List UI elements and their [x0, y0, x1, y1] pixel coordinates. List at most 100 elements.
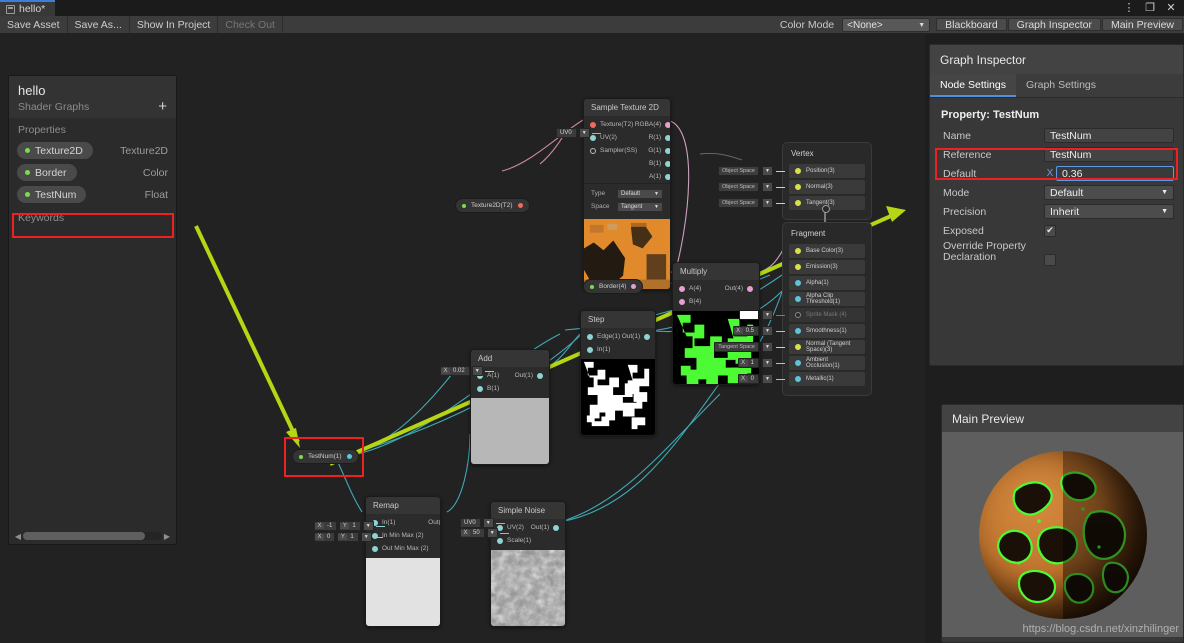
setting-row-type[interactable]: Type Default ▼ — [584, 187, 670, 200]
vertex-row-normal[interactable]: Object Space ▼ Normal(3) — [717, 180, 865, 194]
color-swatch[interactable] — [739, 310, 759, 320]
property-node-border[interactable]: Border(4) — [583, 279, 644, 294]
scroll-left-icon[interactable]: ◀ — [13, 532, 23, 541]
port-row[interactable]: RGBA(4) — [635, 118, 670, 131]
smoothness-value-field[interactable]: X 0.5 ▼ — [732, 326, 785, 336]
port-row[interactable]: In(1) — [581, 343, 626, 356]
blackboard-scrollbar[interactable]: ◀ ▶ — [9, 528, 176, 544]
blackboard-toggle[interactable]: Blackboard — [936, 18, 1007, 31]
blackboard-property-border[interactable]: Border Color — [17, 164, 168, 181]
tab-graph-settings[interactable]: Graph Settings — [1016, 74, 1106, 97]
position-space-chip[interactable]: Object Space ▼ — [717, 166, 785, 176]
scrollbar-track[interactable] — [23, 532, 162, 540]
normal-space-chip[interactable]: Object Space ▼ — [717, 182, 785, 192]
add-property-button[interactable]: + — [158, 99, 167, 114]
chevron-down-icon[interactable]: ▼ — [486, 528, 498, 538]
chevron-down-icon[interactable]: ▼ — [360, 532, 372, 542]
chevron-down-icon[interactable]: ▼ — [762, 310, 773, 320]
main-preview-stage[interactable]: https://blog.csdn.net/xinzhilinger — [942, 432, 1183, 637]
noise-uv-chip[interactable]: UV0 ▼ — [460, 518, 505, 528]
noise-scale-field[interactable]: X 50 ▼ — [460, 528, 509, 538]
port-row[interactable]: G(1) — [643, 144, 670, 157]
close-icon[interactable]: ✕ — [1165, 2, 1177, 14]
tab-node-settings[interactable]: Node Settings — [930, 74, 1016, 97]
chevron-down-icon[interactable]: ▼ — [762, 342, 773, 352]
override-property-declaration-checkbox[interactable] — [1044, 254, 1056, 266]
value-field[interactable]: X 50 — [460, 528, 485, 538]
chevron-down-icon[interactable]: ▼ — [762, 358, 773, 368]
chevron-down-icon[interactable]: ▼ — [762, 198, 773, 208]
chevron-down-icon[interactable]: ▼ — [762, 374, 773, 384]
value-field-x[interactable]: X0 — [314, 532, 336, 542]
show-in-project-button[interactable]: Show In Project — [130, 16, 219, 33]
fragment-row-metallic[interactable]: X 0 ▼ Metallic(1) — [737, 372, 865, 386]
port-row[interactable]: Out Min Max (2) — [366, 542, 435, 555]
reference-field[interactable]: TestNum — [1044, 147, 1174, 162]
port-row[interactable]: B(1) — [471, 382, 519, 395]
fragment-row-sprite-mask[interactable]: ▼ Sprite Mask (4) — [739, 308, 865, 322]
add-a-value-field[interactable]: X 0.02 ▼ — [440, 366, 494, 376]
port-row[interactable]: B(1) — [643, 157, 670, 170]
name-field[interactable]: TestNum — [1044, 128, 1174, 143]
tangent-space-chip[interactable]: Object Space ▼ — [717, 198, 785, 208]
fragment-row-normal-tangent-space[interactable]: Tangent Space ▼ Normal (Tangent Space)(3) — [714, 340, 865, 354]
property-node-texture2d[interactable]: Texture2D(T2) — [455, 198, 530, 213]
kebab-menu-icon[interactable]: ⋮ — [1123, 2, 1135, 14]
fragment-row-base-color[interactable]: Base Color(3) — [789, 244, 865, 258]
chevron-down-icon[interactable]: ▼ — [482, 518, 494, 528]
metallic-value-field[interactable]: X 0 ▼ — [737, 374, 785, 384]
blackboard-panel[interactable]: hello Shader Graphs + Properties Texture… — [8, 75, 177, 545]
remap-out-min-max-field[interactable]: X0 Y1 ▼ — [314, 532, 383, 542]
port-row[interactable]: Out(1) — [515, 369, 549, 382]
port-row[interactable]: B(4) — [673, 295, 725, 308]
port-row[interactable]: R(1) — [643, 131, 670, 144]
node-remap[interactable]: Remap In(1) In Min Max (2) Out Min Max (… — [365, 496, 441, 627]
fragment-row-alpha[interactable]: Alpha(1) — [789, 276, 865, 290]
chevron-down-icon[interactable]: ▼ — [362, 521, 374, 531]
value-field-y[interactable]: Y1 — [337, 532, 359, 542]
chevron-down-icon[interactable]: ▼ — [762, 166, 773, 176]
port-row[interactable]: A(4) — [673, 282, 725, 295]
shader-graph-canvas[interactable]: Sample Texture 2D Texture(T2) UV(2) Samp… — [0, 34, 925, 643]
port-row[interactable]: A(1) — [643, 170, 670, 183]
scrollbar-thumb[interactable] — [23, 532, 146, 540]
node-sample-texture-2d[interactable]: Sample Texture 2D Texture(T2) UV(2) Samp… — [583, 98, 671, 291]
uv-select[interactable]: UV0 — [556, 128, 577, 138]
port-row[interactable]: Out(1) — [428, 516, 440, 529]
node-step[interactable]: Step Edge(1) In(1) Out(1) — [580, 310, 656, 436]
default-value-field[interactable]: 0.36 — [1056, 166, 1174, 181]
fragment-row-ambient-occlusion[interactable]: X 1 ▼ Ambient Occlusion(1) — [737, 356, 865, 370]
main-preview-panel[interactable]: Main Preview https://blog.csdn.net/xinzh… — [941, 404, 1184, 643]
space-dropdown[interactable]: Tangent ▼ — [617, 201, 663, 212]
color-mode-dropdown[interactable]: <None> ▼ — [842, 18, 931, 32]
save-asset-button[interactable]: Save Asset — [0, 16, 68, 33]
mode-dropdown[interactable]: Default ▼ — [1044, 185, 1174, 200]
blackboard-property-testnum[interactable]: TestNum Float — [17, 186, 168, 203]
graph-inspector-toggle[interactable]: Graph Inspector — [1007, 18, 1101, 31]
type-dropdown[interactable]: Default ▼ — [617, 188, 663, 199]
graph-inspector-panel[interactable]: Graph Inspector Node Settings Graph Sett… — [929, 44, 1184, 366]
chevron-down-icon[interactable]: ▼ — [578, 128, 590, 138]
port-row[interactable]: Out(1) — [622, 330, 655, 343]
port-row[interactable]: Edge(1) — [581, 330, 626, 343]
maximize-icon[interactable]: ❐ — [1144, 2, 1156, 14]
port-row[interactable]: Out(4) — [725, 282, 759, 295]
ambient-occlusion-value-field[interactable]: X 1 ▼ — [737, 358, 785, 368]
fragment-row-smoothness[interactable]: X 0.5 ▼ Smoothness(1) — [732, 324, 865, 338]
sample-uv-chip[interactable]: UV0 ▼ — [556, 128, 601, 138]
normal-space-chip[interactable]: Tangent Space ▼ — [714, 342, 785, 352]
main-preview-toggle[interactable]: Main Preview — [1101, 18, 1183, 31]
value-field[interactable]: X 0.02 — [440, 366, 470, 376]
remap-in-min-max-field[interactable]: X -1 Y1 ▼ — [314, 521, 385, 531]
chevron-down-icon[interactable]: ▼ — [762, 326, 773, 336]
port-row[interactable]: Out(1) — [531, 521, 565, 534]
value-field-x[interactable]: X -1 — [314, 521, 338, 531]
blackboard-property-texture2d[interactable]: Texture2D Texture2D — [17, 142, 168, 159]
setting-row-space[interactable]: Space Tangent ▼ — [584, 200, 670, 213]
chevron-down-icon[interactable]: ▼ — [471, 366, 483, 376]
fragment-row-alpha-clip-threshold[interactable]: Alpha Clip Threshold(1) — [789, 292, 865, 306]
preview-sphere[interactable] — [978, 450, 1147, 619]
uv-select[interactable]: UV0 — [460, 518, 481, 528]
save-as-button[interactable]: Save As... — [68, 16, 130, 33]
value-field-y[interactable]: Y1 — [339, 521, 361, 531]
